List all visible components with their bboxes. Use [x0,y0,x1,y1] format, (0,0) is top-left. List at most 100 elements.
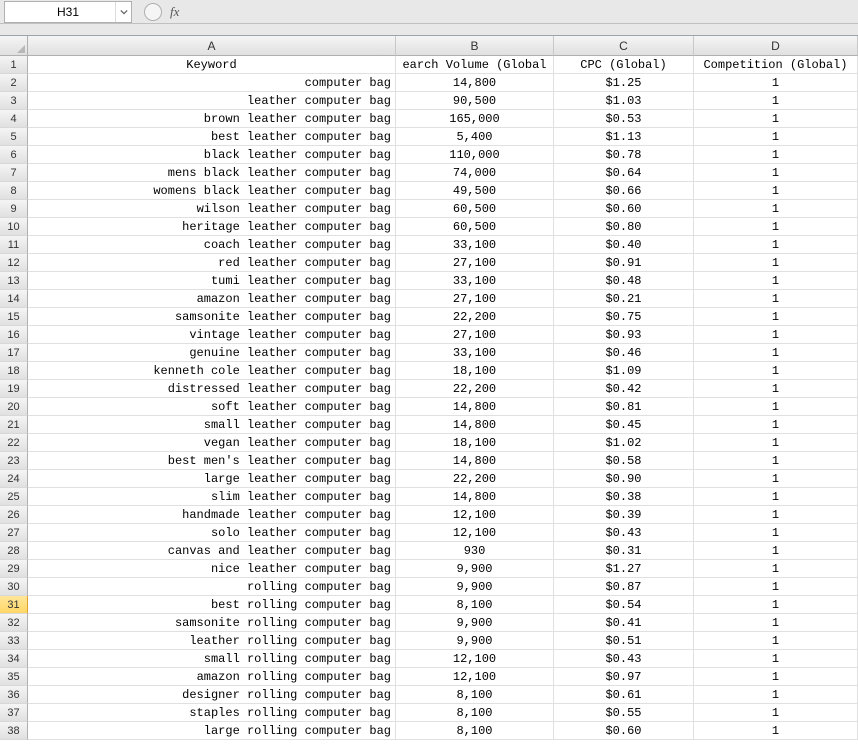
row-header[interactable]: 7 [0,164,28,182]
cell[interactable]: black leather computer bag [28,146,396,164]
cell[interactable]: 1 [694,470,858,488]
cell[interactable]: computer bag [28,74,396,92]
row-header[interactable]: 6 [0,146,28,164]
cell[interactable]: staples rolling computer bag [28,704,396,722]
cell[interactable]: best rolling computer bag [28,596,396,614]
row-header[interactable]: 13 [0,272,28,290]
row-header[interactable]: 20 [0,398,28,416]
cell[interactable]: 1 [694,110,858,128]
cell[interactable]: 33,100 [396,236,554,254]
row-header[interactable]: 12 [0,254,28,272]
cell[interactable]: $0.64 [554,164,694,182]
fx-label[interactable]: fx [170,4,179,20]
cell[interactable]: $0.45 [554,416,694,434]
cell[interactable]: tumi leather computer bag [28,272,396,290]
cell[interactable]: 22,200 [396,470,554,488]
cell[interactable]: $0.58 [554,452,694,470]
row-header[interactable]: 27 [0,524,28,542]
row-header[interactable]: 28 [0,542,28,560]
row-header[interactable]: 8 [0,182,28,200]
cell[interactable]: $1.27 [554,560,694,578]
cell[interactable]: brown leather computer bag [28,110,396,128]
cell[interactable]: $0.60 [554,722,694,740]
cell[interactable]: 12,100 [396,650,554,668]
row-header[interactable]: 18 [0,362,28,380]
formula-input[interactable] [187,2,858,22]
cell[interactable]: $0.60 [554,200,694,218]
row-header[interactable]: 9 [0,200,28,218]
cell[interactable]: distressed leather computer bag [28,380,396,398]
cell[interactable]: 1 [694,308,858,326]
cell[interactable]: 1 [694,488,858,506]
cell[interactable]: $0.91 [554,254,694,272]
row-header[interactable]: 25 [0,488,28,506]
row-header[interactable]: 14 [0,290,28,308]
cell[interactable]: $1.02 [554,434,694,452]
cell[interactable]: 12,100 [396,524,554,542]
cell[interactable]: $0.75 [554,308,694,326]
cell[interactable]: 1 [694,326,858,344]
cell[interactable]: 8,100 [396,722,554,740]
cell[interactable]: $0.78 [554,146,694,164]
cell[interactable]: 1 [694,290,858,308]
header-cell[interactable]: earch Volume (Global [396,56,554,74]
cell[interactable]: 18,100 [396,362,554,380]
column-header-C[interactable]: C [554,36,694,56]
cell[interactable]: 1 [694,164,858,182]
cell[interactable]: $0.53 [554,110,694,128]
row-header[interactable]: 23 [0,452,28,470]
select-all-corner[interactable] [0,36,28,56]
cell[interactable]: 110,000 [396,146,554,164]
cell[interactable]: 1 [694,74,858,92]
cell[interactable]: canvas and leather computer bag [28,542,396,560]
cell[interactable]: $0.55 [554,704,694,722]
cell[interactable]: vintage leather computer bag [28,326,396,344]
cell[interactable]: large rolling computer bag [28,722,396,740]
cell[interactable]: designer rolling computer bag [28,686,396,704]
row-header[interactable]: 19 [0,380,28,398]
cell[interactable]: 1 [694,560,858,578]
cell[interactable]: 27,100 [396,290,554,308]
cell[interactable]: 1 [694,254,858,272]
row-header[interactable]: 38 [0,722,28,740]
cell[interactable]: kenneth cole leather computer bag [28,362,396,380]
cell[interactable]: $0.39 [554,506,694,524]
cell[interactable]: $0.42 [554,380,694,398]
row-header[interactable]: 30 [0,578,28,596]
cell[interactable]: $1.09 [554,362,694,380]
row-header[interactable]: 21 [0,416,28,434]
row-header[interactable]: 35 [0,668,28,686]
column-header-D[interactable]: D [694,36,858,56]
cell[interactable]: $0.54 [554,596,694,614]
cell[interactable]: 8,100 [396,704,554,722]
cell[interactable]: 930 [396,542,554,560]
cell[interactable]: $0.66 [554,182,694,200]
cell[interactable]: $1.03 [554,92,694,110]
cell[interactable]: solo leather computer bag [28,524,396,542]
cell[interactable]: vegan leather computer bag [28,434,396,452]
row-header[interactable]: 22 [0,434,28,452]
cell[interactable]: samsonite leather computer bag [28,308,396,326]
cell[interactable]: 1 [694,362,858,380]
cell[interactable]: 33,100 [396,344,554,362]
cell[interactable]: 165,000 [396,110,554,128]
cell[interactable]: 1 [694,524,858,542]
cell[interactable]: 1 [694,722,858,740]
fx-circle-icon[interactable] [144,3,162,21]
row-header[interactable]: 33 [0,632,28,650]
cell[interactable]: 90,500 [396,92,554,110]
cell[interactable]: 1 [694,704,858,722]
cell[interactable]: 1 [694,542,858,560]
cell[interactable]: $0.40 [554,236,694,254]
cell[interactable]: 1 [694,344,858,362]
name-box[interactable]: H31 [4,1,132,23]
cell[interactable]: 14,800 [396,488,554,506]
cell[interactable]: 8,100 [396,596,554,614]
cell[interactable]: 22,200 [396,308,554,326]
name-box-dropdown[interactable] [115,2,131,22]
cell[interactable]: 9,900 [396,632,554,650]
cell[interactable]: 1 [694,596,858,614]
cell[interactable]: 60,500 [396,200,554,218]
header-cell[interactable]: Competition (Global) [694,56,858,74]
column-header-B[interactable]: B [396,36,554,56]
